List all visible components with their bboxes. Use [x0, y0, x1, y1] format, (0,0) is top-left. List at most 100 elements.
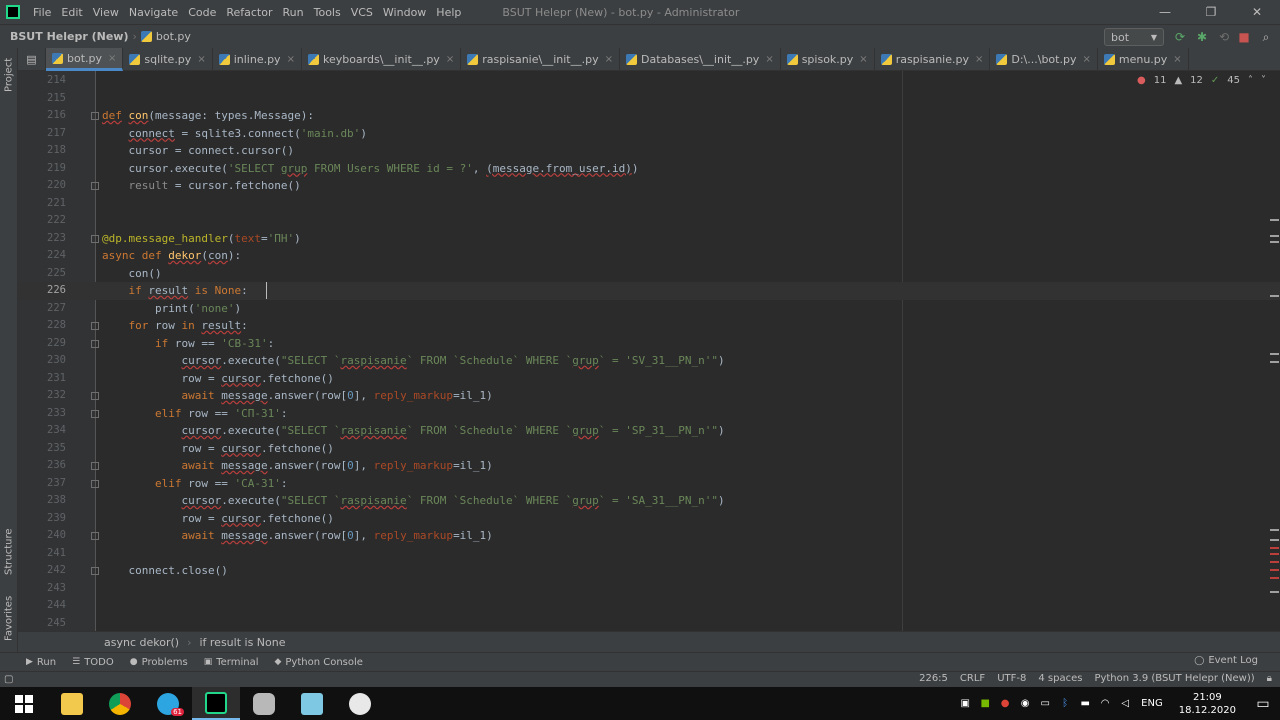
tab-databases-init[interactable]: Databases\__init__.py × [620, 48, 781, 71]
close-icon[interactable]: × [108, 53, 116, 64]
code-line[interactable]: 237 elif row == 'СА-31': [18, 475, 1280, 493]
run-tool-button[interactable]: ▶ Run [26, 657, 56, 668]
fold-marker-icon[interactable] [91, 339, 99, 348]
rerun-icon[interactable]: ⟳ [1172, 29, 1188, 45]
close-icon[interactable]: × [859, 54, 867, 65]
problems-tool-button[interactable]: ● Problems [130, 657, 188, 668]
line-number[interactable]: 216 [18, 107, 66, 125]
steam-icon[interactable]: ◉ [1019, 698, 1031, 710]
line-number[interactable]: 238 [18, 492, 66, 510]
error-stripe[interactable] [1270, 71, 1280, 631]
chrome-tray-icon[interactable]: ● [999, 698, 1011, 710]
nvidia-icon[interactable]: ■ [979, 698, 991, 710]
code-line[interactable]: 218 cursor = connect.cursor() [18, 142, 1280, 160]
line-number[interactable]: 218 [18, 142, 66, 160]
line-number[interactable]: 245 [18, 615, 66, 632]
taskbar-pycharm[interactable] [192, 687, 240, 720]
tab-inline[interactable]: inline.py × [213, 48, 302, 71]
file-encoding[interactable]: UTF-8 [997, 673, 1026, 684]
menu-navigate[interactable]: Navigate [124, 6, 183, 19]
nav-file[interactable]: bot.py [156, 30, 191, 43]
inspection-widget[interactable]: ● 11 ▲ 12 ✓ 45 ˄ ˅ [1137, 75, 1266, 86]
clock[interactable]: 21:09 18.12.2020 [1179, 691, 1236, 717]
line-number[interactable]: 242 [18, 562, 66, 580]
line-number[interactable]: 239 [18, 510, 66, 528]
line-number[interactable]: 243 [18, 580, 66, 598]
close-icon[interactable]: × [1173, 54, 1181, 65]
tab-bot[interactable]: bot.py × [46, 48, 124, 71]
layout-icon[interactable]: ▢ [4, 674, 13, 685]
menu-refactor[interactable]: Refactor [221, 6, 277, 19]
menu-code[interactable]: Code [183, 6, 221, 19]
code-line[interactable]: 224 async def dekor(con): [18, 247, 1280, 265]
breadcrumb-function[interactable]: async dekor() [104, 636, 179, 649]
code-line[interactable]: 235 row = cursor.fetchone() [18, 440, 1280, 458]
code-line[interactable]: 217 connect = sqlite3.connect('main.db') [18, 125, 1280, 143]
taskbar-database-app[interactable] [240, 687, 288, 720]
project-tool-tab[interactable]: Project [0, 52, 18, 98]
python-console-tool-button[interactable]: ◆ Python Console [274, 657, 362, 668]
menu-tools[interactable]: Tools [309, 6, 346, 19]
code-line[interactable]: 241 [18, 545, 1280, 563]
taskbar-chrome[interactable] [96, 687, 144, 720]
code-line[interactable]: 219 cursor.execute('SELECT grup FROM Use… [18, 160, 1280, 178]
line-number[interactable]: 223 [18, 230, 66, 248]
event-log-tool-button[interactable]: ◯ Event Log [1194, 655, 1258, 666]
code-line[interactable]: 239 row = cursor.fetchone() [18, 510, 1280, 528]
code-line[interactable]: 232 await message.answer(row[0], reply_m… [18, 387, 1280, 405]
fold-marker-icon[interactable] [91, 532, 99, 540]
code-line[interactable]: 216 def con(message: types.Message): [18, 107, 1280, 125]
terminal-tool-button[interactable]: ▣ Terminal [204, 657, 259, 668]
line-number[interactable]: 217 [18, 125, 66, 143]
structure-tool-tab[interactable]: Structure [0, 524, 18, 580]
close-icon[interactable]: × [197, 54, 205, 65]
code-line[interactable]: 220 result = cursor.fetchone() [18, 177, 1280, 195]
nav-project[interactable]: BSUT Helepr (New) [10, 30, 128, 43]
line-number[interactable]: 229 [18, 335, 66, 353]
fold-marker-icon[interactable] [91, 462, 99, 470]
close-icon[interactable]: × [975, 54, 983, 65]
todo-tool-button[interactable]: ☰ TODO [72, 657, 114, 668]
code-line[interactable]: 223 @dp.message_handler(text='ПН') [18, 230, 1280, 248]
code-line[interactable]: 225 con() [18, 265, 1280, 283]
line-number[interactable]: 227 [18, 300, 66, 318]
indent-setting[interactable]: 4 spaces [1038, 673, 1082, 684]
breadcrumb-if[interactable]: if result is None [199, 636, 285, 649]
previous-highlight-icon[interactable]: ˄ [1248, 75, 1253, 86]
menu-help[interactable]: Help [431, 6, 466, 19]
close-icon[interactable]: × [287, 54, 295, 65]
stop-icon[interactable]: ■ [1236, 29, 1252, 45]
code-line[interactable]: 238 cursor.execute("SELECT `raspisanie` … [18, 492, 1280, 510]
code-line[interactable]: 243 [18, 580, 1280, 598]
code-line[interactable]: 222 [18, 212, 1280, 230]
fold-marker-icon[interactable] [91, 112, 99, 120]
code-line[interactable]: 221 [18, 195, 1280, 213]
code-line[interactable]: 240 await message.answer(row[0], reply_m… [18, 527, 1280, 545]
line-separator[interactable]: CRLF [960, 673, 985, 684]
tab-raspisanie[interactable]: raspisanie.py × [875, 48, 991, 71]
line-number[interactable]: 225 [18, 265, 66, 283]
line-number[interactable]: 230 [18, 352, 66, 370]
line-number[interactable]: 226 [18, 282, 66, 300]
wifi-icon[interactable]: ◠ [1099, 698, 1111, 710]
fold-marker-icon[interactable] [91, 392, 99, 400]
code-line[interactable]: 214 [18, 72, 1280, 90]
fold-marker-icon[interactable] [91, 409, 99, 418]
line-number[interactable]: 224 [18, 247, 66, 265]
line-number[interactable]: 215 [18, 90, 66, 108]
fold-marker-icon[interactable] [91, 479, 99, 488]
display-icon[interactable]: ▭ [1039, 698, 1051, 710]
close-button[interactable]: ✕ [1234, 0, 1280, 24]
code-line[interactable]: 233 elif row == 'СП-31': [18, 405, 1280, 423]
minimize-button[interactable]: — [1142, 0, 1188, 24]
fold-marker-icon[interactable] [91, 234, 99, 243]
code-editor[interactable]: 214 215 216 def con(message: types.Message)… [18, 71, 1280, 631]
lock-icon[interactable]: 🔒︎ [1267, 673, 1272, 684]
close-icon[interactable]: × [1082, 54, 1090, 65]
tab-menu[interactable]: menu.py × [1098, 48, 1189, 71]
fold-marker-icon[interactable] [91, 567, 99, 575]
taskbar-notes-app[interactable] [288, 687, 336, 720]
python-interpreter[interactable]: Python 3.9 (BSUT Helepr (New)) [1094, 673, 1254, 684]
line-number[interactable]: 222 [18, 212, 66, 230]
language-indicator[interactable]: ENG [1141, 698, 1163, 710]
